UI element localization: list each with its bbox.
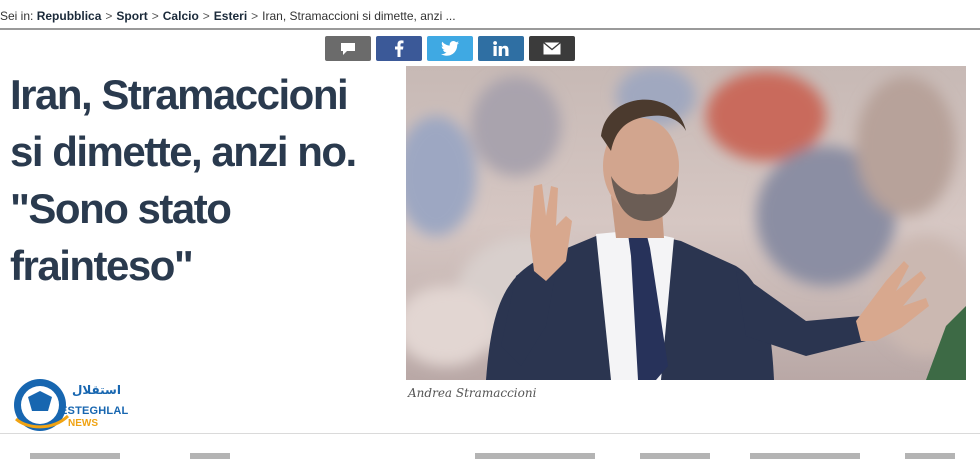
breadcrumb-current: Iran, Stramaccioni si dimette, anzi ...: [262, 9, 456, 23]
comment-button[interactable]: [325, 36, 371, 61]
breadcrumb-prefix: Sei in:: [0, 9, 34, 23]
breadcrumb-item-repubblica[interactable]: Repubblica: [37, 9, 102, 23]
headline-line: Iran, Stramaccioni: [10, 71, 349, 118]
esteghlal-news-watermark: استقلال ESTEGHLAL NEWS: [12, 371, 128, 439]
breadcrumb: Sei in: Repubblica > Sport > Calcio > Esteri > I…: [0, 9, 456, 23]
bottom-divider: [0, 433, 980, 434]
breadcrumb-separator: >: [202, 9, 210, 23]
share-bar: [325, 36, 575, 61]
logo-text-name: ESTEGHLAL: [60, 405, 129, 417]
linkedin-icon: [493, 41, 509, 56]
twitter-share-button[interactable]: [427, 36, 473, 61]
facebook-share-button[interactable]: [376, 36, 422, 61]
photo-caption: Andrea Stramaccioni: [408, 386, 537, 400]
article-photo: [406, 66, 966, 380]
article-body-fragment: [0, 448, 980, 459]
logo-text-persian: استقلال: [72, 383, 121, 397]
mail-share-button[interactable]: [529, 36, 575, 61]
breadcrumb-separator: >: [151, 9, 159, 23]
logo-text-sub: NEWS: [68, 418, 98, 429]
mail-icon: [543, 42, 561, 55]
breadcrumb-item-sport[interactable]: Sport: [116, 9, 147, 23]
headline-line: frainteso": [10, 242, 194, 289]
breadcrumb-separator: >: [251, 9, 259, 23]
breadcrumb-item-calcio[interactable]: Calcio: [163, 9, 199, 23]
facebook-icon: [395, 40, 404, 57]
linkedin-share-button[interactable]: [478, 36, 524, 61]
twitter-icon: [441, 41, 459, 56]
top-divider: [0, 28, 980, 30]
article-headline: Iran, Stramaccioni si dimette, anzi no. …: [10, 66, 395, 294]
breadcrumb-separator: >: [105, 9, 113, 23]
breadcrumb-item-esteri[interactable]: Esteri: [214, 9, 247, 23]
headline-line: "Sono stato: [10, 185, 232, 232]
comment-icon: [341, 42, 355, 55]
headline-line: si dimette, anzi no.: [10, 128, 357, 175]
